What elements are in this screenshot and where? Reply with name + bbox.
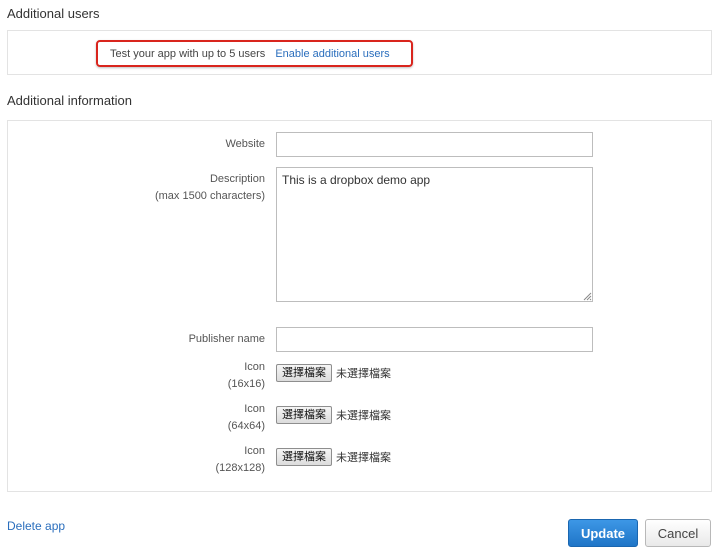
icon-64-size: (64x64) — [227, 420, 265, 432]
icon-16-file-status: 未選擇檔案 — [336, 367, 391, 380]
icon-16-label: Icon — [244, 361, 265, 373]
publisher-name-input[interactable] — [276, 327, 593, 352]
delete-app-link[interactable]: Delete app — [7, 519, 65, 533]
additional-users-message: Test your app with up to 5 users — [110, 47, 266, 60]
additional-users-callout: Test your app with up to 5 users Enable … — [96, 40, 413, 67]
icon-128-label: Icon — [244, 445, 265, 457]
resize-grip-icon[interactable] — [582, 291, 592, 301]
publisher-name-label: Publisher name — [188, 333, 265, 345]
icon-64-file-status: 未選擇檔案 — [336, 409, 391, 422]
update-button[interactable]: Update — [568, 519, 638, 547]
website-input[interactable] — [276, 132, 593, 157]
icon-64-choose-file-button[interactable]: 選擇檔案 — [276, 406, 332, 424]
icon-128-file-status: 未選擇檔案 — [336, 451, 391, 464]
icon-128-label-group: Icon (128x128) — [215, 443, 265, 477]
icon-64-file-input: 選擇檔案 未選擇檔案 — [276, 406, 391, 424]
icon-128-size: (128x128) — [215, 462, 265, 474]
description-label: Description — [209, 173, 265, 185]
icon-16-file-input: 選擇檔案 未選擇檔案 — [276, 364, 391, 382]
additional-users-heading: Additional users — [7, 6, 100, 21]
icon-16-label-group: Icon (16x16) — [228, 359, 265, 393]
description-label-group: Description (max 1500 characters) — [155, 171, 265, 205]
website-label: Website — [225, 138, 265, 150]
icon-128-choose-file-button[interactable]: 選擇檔案 — [276, 448, 332, 466]
enable-additional-users-link[interactable]: Enable additional users — [275, 48, 389, 60]
cancel-button[interactable]: Cancel — [645, 519, 711, 547]
description-textarea[interactable]: This is a dropbox demo app — [276, 167, 593, 302]
additional-information-heading: Additional information — [7, 93, 133, 108]
icon-64-label-group: Icon (64x64) — [228, 401, 265, 435]
description-sublabel: (max 1500 characters) — [154, 190, 265, 202]
icon-16-choose-file-button[interactable]: 選擇檔案 — [276, 364, 332, 382]
icon-64-label: Icon — [244, 403, 265, 415]
icon-128-file-input: 選擇檔案 未選擇檔案 — [276, 448, 391, 466]
icon-16-size: (16x16) — [227, 378, 265, 390]
